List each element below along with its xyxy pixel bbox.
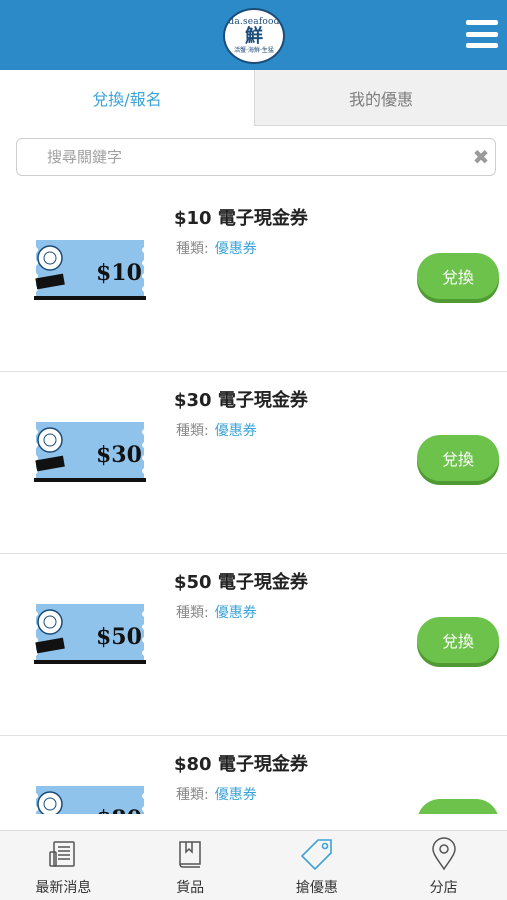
bottom-nav: 最新消息 貨品 搶優惠 分店 <box>0 830 507 900</box>
coupon-list: $10 $10 電子現金券 種類: 優惠券 兌換 $30 $30 電子現金券 種… <box>0 190 507 814</box>
type-value: 優惠券 <box>214 423 257 439</box>
logo-main-text: 鮮 <box>245 26 263 47</box>
coupon-item: $80 $80 電子現金券 種類: 優惠券 兌換 <box>0 736 507 814</box>
clear-icon[interactable]: ✖ <box>469 145 493 169</box>
coupon-title[interactable]: $50 電子現金券 <box>174 568 308 594</box>
tab-bar: 兌換/報名 我的優惠 <box>0 70 507 126</box>
coupon-thumbnail[interactable]: $10 <box>30 238 150 302</box>
search-input[interactable] <box>47 139 467 175</box>
header-bar: da.seafood 鮮 活蟹·海鮮·生猛 <box>0 0 507 70</box>
coupon-type: 種類: 優惠券 <box>176 784 257 804</box>
coupon-type: 種類: 優惠券 <box>176 420 257 440</box>
type-value: 優惠券 <box>214 787 257 803</box>
nav-label: 最新消息 <box>35 880 92 896</box>
nav-item-offers[interactable]: 搶優惠 <box>254 831 381 900</box>
type-label: 種類: <box>176 241 209 257</box>
type-label: 種類: <box>176 787 209 803</box>
search-box: ✖ <box>16 138 496 176</box>
redeem-button[interactable]: 兌換 <box>417 617 499 663</box>
coupon-item: $50 $50 電子現金券 種類: 優惠券 兌換 <box>0 554 507 736</box>
hamburger-menu-icon[interactable] <box>466 20 498 48</box>
logo-bottom-text: 活蟹·海鮮·生猛 <box>234 47 274 54</box>
coupon-thumbnail[interactable]: $50 <box>30 602 150 666</box>
nav-item-products[interactable]: 貨品 <box>127 831 254 900</box>
coupon-type: 種類: 優惠券 <box>176 238 257 258</box>
redeem-button[interactable]: 兌換 <box>417 253 499 299</box>
nav-item-branches[interactable]: 分店 <box>380 831 507 900</box>
location-pin-icon <box>427 837 461 871</box>
tab-redeem[interactable]: 兌換/報名 <box>0 70 254 126</box>
redeem-button[interactable]: 兌換 <box>417 435 499 481</box>
type-value: 優惠券 <box>214 605 257 621</box>
nav-label: 搶優惠 <box>295 880 338 896</box>
ticket-amount: $50 <box>96 624 142 650</box>
tab-my-offers[interactable]: 我的優惠 <box>254 70 507 126</box>
nav-label: 分店 <box>429 880 458 896</box>
coupon-title[interactable]: $10 電子現金券 <box>174 204 308 230</box>
type-value: 優惠券 <box>214 241 257 257</box>
ticket-amount: $30 <box>96 442 142 468</box>
type-label: 種類: <box>176 605 209 621</box>
coupon-title[interactable]: $30 電子現金券 <box>174 386 308 412</box>
coupon-item: $10 $10 電子現金券 種類: 優惠券 兌換 <box>0 190 507 372</box>
menu-line <box>466 31 498 37</box>
type-label: 種類: <box>176 423 209 439</box>
redeem-button[interactable]: 兌換 <box>417 799 499 814</box>
app-root: da.seafood 鮮 活蟹·海鮮·生猛 兌換/報名 我的優惠 ✖ <box>0 0 507 900</box>
tag-icon <box>300 837 334 871</box>
menu-line <box>466 43 498 48</box>
brand-logo[interactable]: da.seafood 鮮 活蟹·海鮮·生猛 <box>223 8 285 64</box>
coupon-title[interactable]: $80 電子現金券 <box>174 750 308 776</box>
ticket-amount: $80 <box>96 806 142 814</box>
coupon-item: $30 $30 電子現金券 種類: 優惠券 兌換 <box>0 372 507 554</box>
nav-item-news[interactable]: 最新消息 <box>0 831 127 900</box>
coupon-thumbnail[interactable]: $30 <box>30 420 150 484</box>
coupon-thumbnail[interactable]: $80 <box>30 784 150 814</box>
nav-label: 貨品 <box>176 880 205 896</box>
news-icon <box>46 837 80 871</box>
coupon-type: 種類: 優惠券 <box>176 602 257 622</box>
ticket-amount: $10 <box>96 260 142 286</box>
book-icon <box>173 837 207 871</box>
menu-line <box>466 20 498 25</box>
